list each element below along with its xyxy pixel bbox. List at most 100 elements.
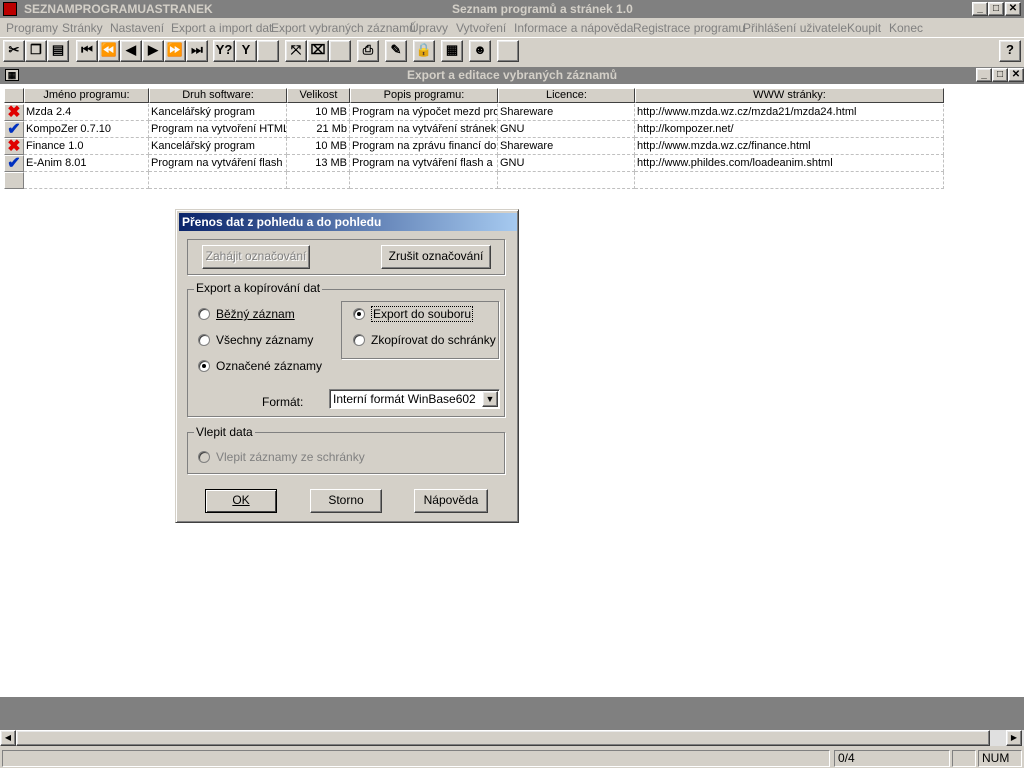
table-cell[interactable]: Program na výpočet mezd pro — [350, 104, 498, 121]
col-header-license[interactable]: Licence: — [498, 88, 635, 103]
table-cell[interactable]: Finance 1.0 — [24, 138, 149, 155]
radio-all-records[interactable]: Všechny záznamy — [198, 333, 313, 347]
table-cell[interactable]: http://www.phildes.com/loadeanim.shtml — [635, 155, 944, 172]
menu-stranky[interactable]: Stránky — [62, 21, 103, 35]
table-cell[interactable]: GNU — [498, 121, 635, 138]
scroll-left-icon[interactable]: ◀ — [0, 730, 16, 746]
menu-konec[interactable]: Konec — [889, 21, 923, 35]
cancel-button[interactable]: Storno — [310, 489, 382, 513]
filter-query-icon[interactable]: Y? — [213, 40, 235, 62]
menu-nastaveni[interactable]: Nastavení — [110, 21, 164, 35]
ok-button[interactable]: OK — [205, 489, 277, 513]
format-select[interactable]: Interní formát WinBase602 ▼ — [329, 389, 500, 409]
toolbar-empty-button[interactable] — [257, 40, 279, 62]
next-page-icon[interactable]: ⏩ — [164, 40, 186, 62]
table-icon[interactable]: ▦ — [441, 40, 463, 62]
table-cell[interactable]: GNU — [498, 155, 635, 172]
col-header-www[interactable]: WWW stránky: — [635, 88, 944, 103]
start-marking-button[interactable]: Zahájit označování — [202, 245, 310, 269]
toolbar-empty-button-2[interactable] — [329, 40, 351, 62]
radio-marked-records[interactable]: Označené záznamy — [198, 359, 322, 373]
next-record-icon[interactable]: ▶ — [142, 40, 164, 62]
table-cell-empty[interactable] — [24, 172, 149, 189]
table-cell-empty[interactable] — [350, 172, 498, 189]
edit-form-icon[interactable]: ✎ — [385, 40, 407, 62]
table-cell[interactable]: Shareware — [498, 104, 635, 121]
help-icon[interactable]: ? — [999, 40, 1021, 62]
table-cell[interactable]: Program na zprávu financí don — [350, 138, 498, 155]
row-indicator-empty[interactable] — [4, 172, 24, 189]
radio-paste-from-clipboard[interactable]: Vlepit záznamy ze schránky — [198, 450, 365, 464]
table-cell[interactable]: http://www.mzda.wz.cz/finance.html — [635, 138, 944, 155]
horizontal-scrollbar[interactable]: ◀ ▶ — [0, 730, 1024, 746]
table-cell[interactable]: Kancelářský program — [149, 138, 287, 155]
col-header-size[interactable]: Velikost — [287, 88, 350, 103]
table-cell[interactable]: Mzda 2.4 — [24, 104, 149, 121]
table-cell[interactable]: 10 MB — [287, 138, 350, 155]
row-mark-check-icon[interactable]: ✔ — [4, 155, 24, 172]
close-icon[interactable]: ✕ — [1005, 2, 1021, 16]
row-mark-check-icon[interactable]: ✔ — [4, 121, 24, 138]
table-cell[interactable]: Program na vytvoření HTML — [149, 121, 287, 138]
transfer-dialog: Přenos dat z pohledu a do pohledu Zaháji… — [175, 209, 519, 523]
print-icon[interactable]: ⎙ — [357, 40, 379, 62]
table-cell[interactable]: 13 MB — [287, 155, 350, 172]
menu-programy[interactable]: Programy — [6, 21, 58, 35]
col-header-name[interactable]: Jméno programu: — [24, 88, 149, 103]
radio-copy-to-clipboard[interactable]: Zkopírovat do schránky — [353, 333, 496, 347]
filter-apply-icon[interactable]: Y — [235, 40, 257, 62]
table-cell[interactable]: Program na vytváření stránek. — [350, 121, 498, 138]
delete-record-icon[interactable]: ⌧ — [307, 40, 329, 62]
table-cell[interactable]: Program na vytváření flash a — [350, 155, 498, 172]
cut-icon[interactable]: ✂ — [3, 40, 25, 62]
col-header-description[interactable]: Popis programu: — [350, 88, 498, 103]
table-cell[interactable]: http://www.mzda.wz.cz/mzda21/mzda24.html — [635, 104, 944, 121]
table-cell[interactable]: Program na vytváření flash a — [149, 155, 287, 172]
maximize-icon[interactable]: □ — [988, 2, 1004, 16]
minimize-icon[interactable]: _ — [972, 2, 988, 16]
col-header-type[interactable]: Druh software: — [149, 88, 287, 103]
lock-icon[interactable]: 🔒 — [413, 40, 435, 62]
table-cell-empty[interactable] — [149, 172, 287, 189]
table-cell[interactable]: KompoZer 0.7.10 — [24, 121, 149, 138]
menu-registrace[interactable]: Registrace programu — [633, 21, 745, 35]
help-button[interactable]: Nápověda — [414, 489, 488, 513]
child-close-icon[interactable]: ✕ — [1008, 68, 1024, 82]
menu-upravy[interactable]: Úpravy — [410, 21, 448, 35]
chevron-down-icon[interactable]: ▼ — [482, 391, 498, 407]
table-cell[interactable]: 21 Mb — [287, 121, 350, 138]
table-cell[interactable]: 10 MB — [287, 104, 350, 121]
child-maximize-icon[interactable]: □ — [992, 68, 1008, 82]
child-window-title: ▦ Export a editace vybraných záznamů _ □… — [0, 67, 1024, 84]
menu-koupit[interactable]: Koupit — [847, 21, 881, 35]
paste-icon[interactable]: ▤ — [47, 40, 69, 62]
table-cell-empty[interactable] — [498, 172, 635, 189]
first-record-icon[interactable]: ⏮ — [76, 40, 98, 62]
table-cell[interactable]: E-Anim 8.01 — [24, 155, 149, 172]
expand-icon[interactable]: ⤧ — [285, 40, 307, 62]
menu-vytvoreni[interactable]: Vytvoření — [456, 21, 506, 35]
menu-prihlaseni[interactable]: Přihlášení uživatele — [743, 21, 847, 35]
table-cell[interactable]: Shareware — [498, 138, 635, 155]
copy-icon[interactable]: ❐ — [25, 40, 47, 62]
scroll-thumb[interactable] — [16, 730, 990, 746]
row-mark-x-icon[interactable]: ✖ — [4, 138, 24, 155]
row-mark-x-icon[interactable]: ✖ — [4, 104, 24, 121]
menu-export-import[interactable]: Export a import dat — [171, 21, 272, 35]
toolbar-empty-button-3[interactable] — [497, 40, 519, 62]
cancel-marking-button[interactable]: Zrušit označování — [381, 245, 491, 269]
table-cell[interactable]: Kancelářský program — [149, 104, 287, 121]
user-icon[interactable]: ☻ — [469, 40, 491, 62]
scroll-right-icon[interactable]: ▶ — [1006, 730, 1022, 746]
radio-current-record[interactable]: Běžný záznam — [198, 307, 295, 321]
menu-informace[interactable]: Informace a nápověda — [514, 21, 633, 35]
prev-page-icon[interactable]: ⏪ — [98, 40, 120, 62]
table-cell[interactable]: http://kompozer.net/ — [635, 121, 944, 138]
radio-export-to-file[interactable]: Export do souboru — [353, 306, 474, 322]
last-record-icon[interactable]: ⏭ — [186, 40, 208, 62]
child-minimize-icon[interactable]: _ — [976, 68, 992, 82]
table-cell-empty[interactable] — [635, 172, 944, 189]
table-cell-empty[interactable] — [287, 172, 350, 189]
menu-export-vybranych[interactable]: Export vybraných záznamů — [271, 21, 416, 35]
prev-record-icon[interactable]: ◀ — [120, 40, 142, 62]
